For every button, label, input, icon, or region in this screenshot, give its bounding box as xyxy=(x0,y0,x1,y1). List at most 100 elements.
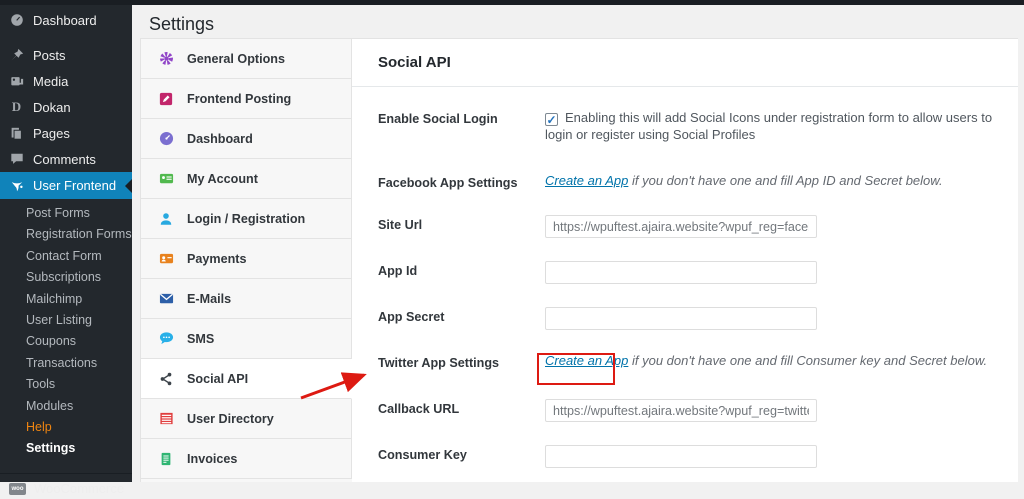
sidebar-item-dokan[interactable]: D Dokan xyxy=(0,94,132,120)
sidebar-item-woocommerce[interactable]: woo WooCommerce xyxy=(0,472,132,499)
dokan-icon: D xyxy=(11,99,22,114)
consumer-key-input[interactable] xyxy=(545,445,817,468)
submenu-contact-form[interactable]: Contact Form xyxy=(0,246,132,267)
user-frontend-logo-icon xyxy=(9,178,24,193)
tab-login-registration[interactable]: Login / Registration xyxy=(141,199,352,239)
sidebar-item-label: Media xyxy=(33,73,69,89)
sidebar-item-label: Dashboard xyxy=(33,12,97,28)
submenu-user-listing[interactable]: User Listing xyxy=(0,310,132,331)
tab-label: Social API xyxy=(187,371,249,386)
sidebar-item-media[interactable]: Media xyxy=(0,68,132,94)
sidebar-item-dashboard[interactable]: Dashboard xyxy=(0,7,132,33)
admin-bar xyxy=(0,0,1024,5)
envelope-icon xyxy=(158,291,174,307)
sidebar-item-label: User Frontend xyxy=(33,178,117,193)
row-callback-url: Callback URL xyxy=(378,399,1002,422)
submenu-coupons[interactable]: Coupons xyxy=(0,331,132,352)
sidebar-item-label: Pages xyxy=(33,125,70,141)
comment-bubble-icon xyxy=(9,152,24,167)
tab-my-account[interactable]: My Account xyxy=(141,159,352,199)
tab-content-panel: Social API Enable Social Login ✓ Enabling… xyxy=(352,38,1018,482)
twitter-note: if you don't have one and fill Consumer … xyxy=(628,353,988,368)
field-label: App Secret xyxy=(378,310,445,324)
field-label: Callback URL xyxy=(378,402,460,416)
invoice-icon xyxy=(158,451,174,467)
field-label: Enable Social Login xyxy=(378,112,498,126)
sidebar-item-pages[interactable]: Pages xyxy=(0,120,132,146)
gear-icon xyxy=(158,51,174,67)
tab-label: Payments xyxy=(187,251,247,266)
tab-payments[interactable]: Payments xyxy=(141,239,352,279)
row-app-secret: App Secret xyxy=(378,307,1002,330)
tab-label: General Options xyxy=(187,51,285,66)
id-card-icon xyxy=(158,171,174,187)
gauge-icon xyxy=(158,131,174,147)
tab-label: E-Mails xyxy=(187,291,232,306)
submenu-post-forms[interactable]: Post Forms xyxy=(0,203,132,224)
app-id-input[interactable] xyxy=(545,261,817,284)
submenu-modules[interactable]: Modules xyxy=(0,396,132,417)
submenu-settings[interactable]: Settings xyxy=(0,438,132,459)
settings-card: General Options Frontend Posting Dashboa… xyxy=(140,38,1018,482)
user-frontend-submenu: Post Forms Registration Forms Contact Fo… xyxy=(0,199,132,466)
site-url-input[interactable] xyxy=(545,215,817,238)
chat-bubble-icon xyxy=(158,331,174,347)
row-facebook-app-settings: Facebook App Settings Create an App if y… xyxy=(378,173,1002,190)
tab-label: My Account xyxy=(187,171,258,186)
tab-label: SMS xyxy=(187,331,215,346)
sidebar-item-user-frontend[interactable]: User Frontend xyxy=(0,172,132,199)
payment-card-icon xyxy=(158,251,174,267)
tab-sms[interactable]: SMS xyxy=(141,319,352,359)
tab-social-api[interactable]: Social API xyxy=(141,359,352,399)
sidebar-item-label: Dokan xyxy=(33,99,71,115)
row-enable-social-login: Enable Social Login ✓ Enabling this will … xyxy=(378,109,1002,143)
main-area: Settings General Options Frontend Postin… xyxy=(132,5,1024,482)
checkbox-description: Enabling this will add Social Icons unde… xyxy=(545,110,993,142)
submenu-transactions[interactable]: Transactions xyxy=(0,353,132,374)
pencil-square-icon xyxy=(158,91,174,107)
sidebar-item-posts[interactable]: Posts xyxy=(0,42,132,68)
row-consumer-key: Consumer Key xyxy=(378,445,1002,468)
settings-tab-list: General Options Frontend Posting Dashboa… xyxy=(140,38,352,482)
facebook-note: if you don't have one and fill App ID an… xyxy=(628,173,943,188)
tab-emails[interactable]: E-Mails xyxy=(141,279,352,319)
twitter-create-app-link[interactable]: Create an App xyxy=(545,353,628,368)
tab-label: Invoices xyxy=(187,451,238,466)
field-label: Consumer Key xyxy=(378,448,467,462)
tab-label: Dashboard xyxy=(187,131,253,146)
media-icon xyxy=(9,74,24,89)
app-secret-input[interactable] xyxy=(545,307,817,330)
tab-general-options[interactable]: General Options xyxy=(141,39,352,79)
dashboard-gauge-icon xyxy=(9,13,24,28)
pages-icon xyxy=(9,126,24,141)
row-twitter-app-settings: Twitter App Settings Create an App if yo… xyxy=(378,353,1002,370)
submenu-tools[interactable]: Tools xyxy=(0,374,132,395)
current-menu-arrow xyxy=(125,178,132,193)
field-label: Facebook App Settings xyxy=(378,176,518,190)
woocommerce-icon: woo xyxy=(9,482,26,495)
tab-label: Login / Registration xyxy=(187,211,306,226)
pin-icon xyxy=(9,48,24,63)
submenu-registration-forms[interactable]: Registration Forms xyxy=(0,224,132,245)
list-icon xyxy=(158,411,174,427)
callback-url-input[interactable] xyxy=(545,399,817,422)
submenu-subscriptions[interactable]: Subscriptions xyxy=(0,267,132,288)
facebook-create-app-link[interactable]: Create an App xyxy=(545,173,628,188)
row-site-url: Site Url xyxy=(378,215,1002,238)
sidebar-item-label: WooCommerce xyxy=(34,481,125,497)
submenu-help[interactable]: Help xyxy=(0,417,132,438)
row-app-id: App Id xyxy=(378,261,1002,284)
tab-label: User Directory xyxy=(187,411,274,426)
sidebar-item-label: Posts xyxy=(33,47,66,63)
tab-frontend-posting[interactable]: Frontend Posting xyxy=(141,79,352,119)
sidebar-item-label: Comments xyxy=(33,151,96,167)
sidebar-item-comments[interactable]: Comments xyxy=(0,146,132,172)
field-label: Twitter App Settings xyxy=(378,356,500,370)
checkbox-enable-social-login[interactable]: ✓ xyxy=(545,113,558,126)
tab-dashboard[interactable]: Dashboard xyxy=(141,119,352,159)
tab-user-directory[interactable]: User Directory xyxy=(141,399,352,439)
share-icon xyxy=(158,371,174,387)
tab-invoices[interactable]: Invoices xyxy=(141,439,352,479)
submenu-mailchimp[interactable]: Mailchimp xyxy=(0,289,132,310)
panel-heading: Social API xyxy=(378,54,451,71)
